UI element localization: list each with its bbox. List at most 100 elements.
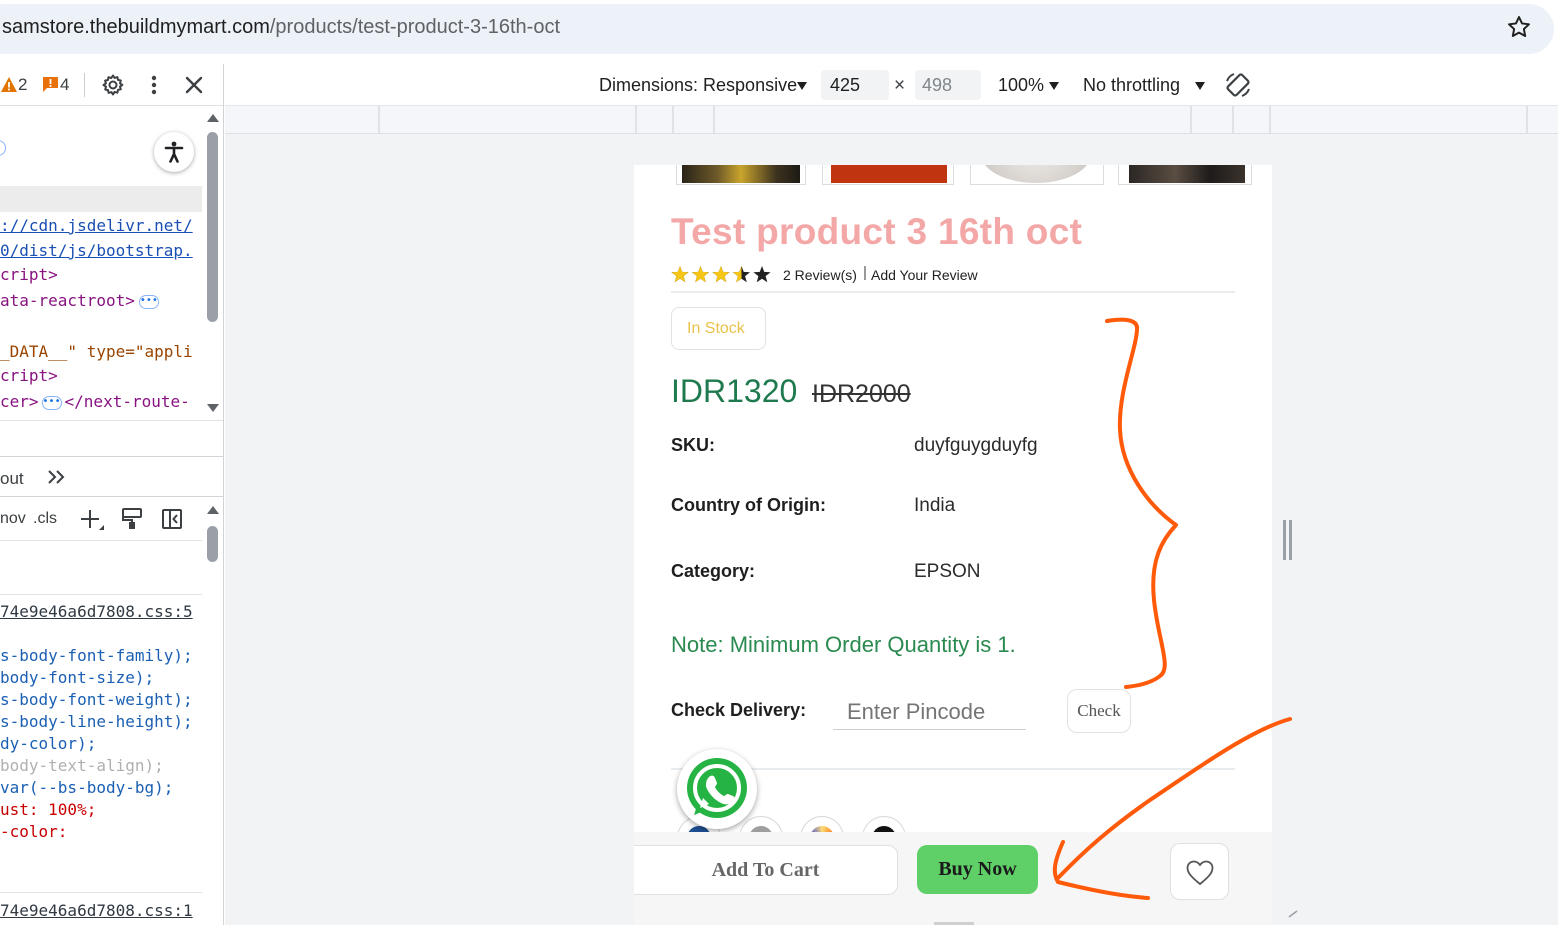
css-source-link[interactable]: 74e9e46a6d7808.css:1 xyxy=(0,901,193,920)
elements-line[interactable]: ://cdn.jsdelivr.net/ xyxy=(0,216,193,235)
css-line[interactable]: s-body-font-weight); xyxy=(0,690,193,709)
divider xyxy=(0,594,202,595)
paint-brush-icon[interactable] xyxy=(121,507,143,531)
elements-line[interactable]: cript> xyxy=(0,265,58,284)
rating-stars-icon xyxy=(671,266,771,283)
divider xyxy=(671,768,1235,770)
devtools-toolbar: 2 4 xyxy=(0,64,223,106)
warnings-count: 2 xyxy=(18,75,28,94)
check-button[interactable]: Check xyxy=(1067,689,1131,733)
category-value: EPSON xyxy=(914,561,981,582)
ruler-tick xyxy=(1232,106,1234,134)
rating-star xyxy=(753,266,771,283)
resize-handle[interactable] xyxy=(1289,520,1292,560)
rating-star-filled xyxy=(671,266,689,283)
ruler-tick xyxy=(1269,106,1271,134)
styles-tabbar: out xyxy=(0,457,223,497)
throttling-dropdown[interactable]: No throttling xyxy=(1083,75,1180,96)
selected-node-row[interactable] xyxy=(0,186,202,212)
css-line[interactable]: body-font-size); xyxy=(0,668,154,687)
browser-address-bar: samstore.thebuildmymart.com/products/tes… xyxy=(0,0,1558,62)
warning-icon[interactable] xyxy=(0,76,18,93)
more-tabs-chevron-icon[interactable] xyxy=(46,468,66,486)
buy-now-button[interactable]: Buy Now xyxy=(917,845,1038,894)
rotate-icon[interactable] xyxy=(1223,70,1253,100)
product-thumbnail[interactable] xyxy=(822,165,954,185)
thumbnail-image xyxy=(981,165,1091,183)
chevron-down-icon xyxy=(797,82,807,90)
page-right-gutter xyxy=(1272,165,1300,925)
origin-label: Country of Origin: xyxy=(671,495,826,515)
elements-line-text: _DATA__" type="appli xyxy=(0,342,193,361)
styles-scrollbar[interactable] xyxy=(202,498,223,924)
elements-line[interactable]: _DATA__" type="appli xyxy=(0,342,193,361)
elements-line[interactable]: 0/dist/js/bootstrap. xyxy=(0,241,193,260)
scroll-thumb[interactable] xyxy=(207,132,218,322)
add-to-cart-button[interactable]: Add To Cart xyxy=(634,845,898,895)
url-text[interactable]: samstore.thebuildmymart.com/products/tes… xyxy=(2,16,560,39)
divider xyxy=(0,540,202,541)
resize-handle[interactable] xyxy=(1283,520,1286,560)
times-sign: × xyxy=(894,75,906,96)
new-style-rule-icon[interactable] xyxy=(80,508,106,532)
heart-icon xyxy=(1186,860,1214,886)
css-line[interactable]: dy-color); xyxy=(0,734,96,753)
elements-line-text: </next-route- xyxy=(64,392,190,411)
product-thumbnail[interactable] xyxy=(970,165,1104,185)
css-line[interactable]: var(--bs-body-bg); xyxy=(0,778,173,797)
thumbnail-image xyxy=(831,165,947,183)
add-review-link[interactable]: Add Your Review xyxy=(871,267,978,283)
scroll-down-arrow-icon[interactable] xyxy=(207,404,219,412)
css-line[interactable]: s-body-line-height); xyxy=(0,712,193,731)
rating-star-filled xyxy=(691,266,710,283)
toolbar-divider xyxy=(84,73,85,97)
ellipsis-badge[interactable]: ••• xyxy=(138,294,159,309)
ruler-tick xyxy=(635,106,637,134)
issues-count: 4 xyxy=(60,75,70,94)
cls-toggle[interactable]: .cls xyxy=(33,510,57,528)
whatsapp-button[interactable] xyxy=(677,749,757,829)
ellipsis-badge[interactable]: ••• xyxy=(41,395,62,410)
css-line[interactable]: body-text-align); xyxy=(0,756,164,775)
product-title: Test product 3 16th oct xyxy=(671,211,1083,252)
scroll-thumb[interactable] xyxy=(207,526,218,562)
pincode-input[interactable] xyxy=(833,694,1026,730)
hov-toggle[interactable]: nov xyxy=(0,510,26,528)
min-order-note: Note: Minimum Order Quantity is 1. xyxy=(671,632,1016,657)
scroll-up-arrow-icon[interactable] xyxy=(207,506,219,514)
issues-icon[interactable] xyxy=(42,76,59,93)
node-circle xyxy=(0,140,6,156)
elements-line[interactable]: ata-reactroot> ••• xyxy=(0,291,159,310)
elements-line-text: ata-reactroot> xyxy=(0,291,135,310)
zoom-dropdown[interactable]: 100% xyxy=(998,75,1044,96)
accessibility-button[interactable] xyxy=(154,132,194,172)
elements-line-text: cer> xyxy=(0,392,39,411)
elements-line[interactable]: cript> xyxy=(0,366,58,385)
toggle-sidebar-icon[interactable] xyxy=(161,507,183,531)
ruler-tick xyxy=(1526,106,1528,134)
ruler-tick xyxy=(713,106,715,134)
wishlist-button[interactable] xyxy=(1170,843,1229,900)
tab-layout[interactable]: out xyxy=(0,469,24,489)
width-input[interactable]: 425 xyxy=(821,70,889,100)
product-thumbnail[interactable] xyxy=(1118,165,1252,185)
elements-scrollbar[interactable] xyxy=(202,106,223,420)
thumbnail-image xyxy=(682,165,800,183)
more-options-icon[interactable] xyxy=(144,73,164,97)
elements-line[interactable]: cer> ••• </next-route- xyxy=(0,392,190,411)
settings-gear-icon[interactable] xyxy=(101,73,125,97)
reviews-count[interactable]: 2 Review(s) xyxy=(783,267,857,283)
css-source-link[interactable]: 74e9e46a6d7808.css:5 xyxy=(0,602,193,621)
height-input[interactable]: 498 xyxy=(915,70,981,100)
height-value: 498 xyxy=(922,75,953,95)
category-label: Category: xyxy=(671,561,756,581)
close-devtools-icon[interactable] xyxy=(184,75,204,95)
dimensions-dropdown[interactable]: Dimensions: Responsive xyxy=(599,75,797,96)
css-line[interactable]: ust: 100%; xyxy=(0,800,96,819)
url-path: /products/test-product-3-16th-oct xyxy=(269,16,561,38)
scroll-up-arrow-icon[interactable] xyxy=(207,114,219,122)
bookmark-star-icon[interactable] xyxy=(1506,14,1532,40)
product-thumbnail[interactable] xyxy=(676,165,806,185)
css-line[interactable]: -color: xyxy=(0,822,67,841)
css-line[interactable]: s-body-font-family); xyxy=(0,646,193,665)
